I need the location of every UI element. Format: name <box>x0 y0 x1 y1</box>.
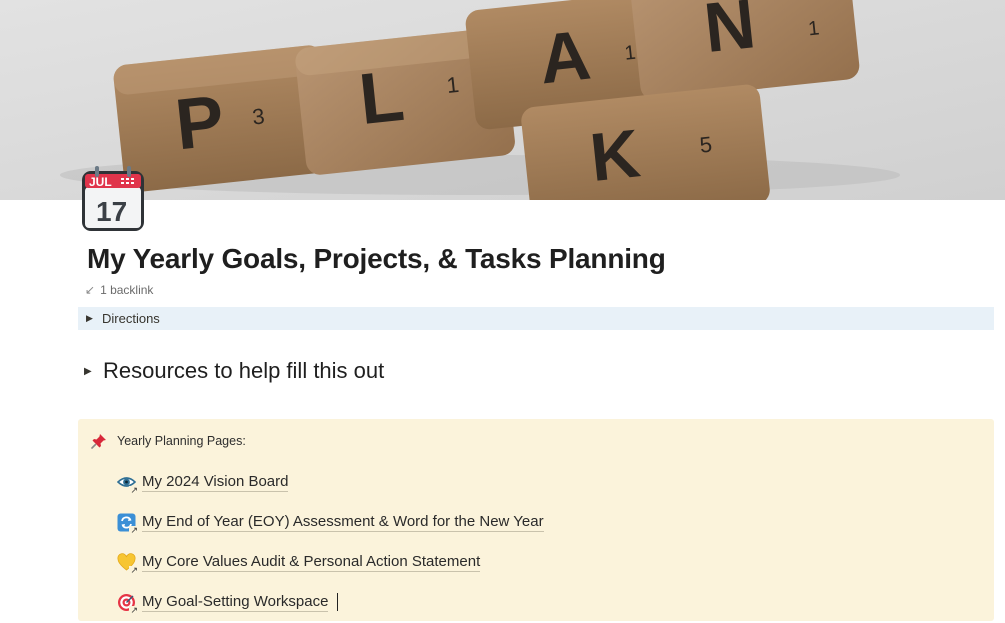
svg-text:1: 1 <box>445 72 460 98</box>
link-arrow-icon: ↗ <box>129 604 139 615</box>
svg-text:N: N <box>701 0 759 67</box>
link-arrow-icon: ↗ <box>129 524 139 535</box>
page-title[interactable]: My Yearly Goals, Projects, & Tasks Plann… <box>87 243 666 275</box>
backlink-arrow-icon: ↙ <box>85 283 96 297</box>
svg-text:P: P <box>172 81 228 166</box>
yearly-planning-callout: Yearly Planning Pages: ↗ My 2024 Vision … <box>78 419 994 621</box>
toggle-triangle-icon[interactable]: ▶ <box>86 313 102 324</box>
link-core-values[interactable]: ↗ My Core Values Audit & Personal Action… <box>117 542 544 582</box>
target-icon: ↗ <box>117 593 139 615</box>
svg-text:1: 1 <box>623 42 636 65</box>
link-label[interactable]: My 2024 Vision Board <box>142 473 289 492</box>
calendar-icon[interactable]: JUL 17 <box>80 165 146 233</box>
planning-links-list: ↗ My 2024 Vision Board ↗ My End of Year … <box>117 462 544 622</box>
svg-text:JUL: JUL <box>89 175 112 189</box>
link-arrow-icon: ↗ <box>129 484 139 495</box>
text-cursor <box>337 593 339 611</box>
link-label[interactable]: My End of Year (EOY) Assessment & Word f… <box>142 513 544 532</box>
backlink-label: 1 backlink <box>100 283 154 297</box>
resources-heading: Resources to help fill this out <box>103 358 385 383</box>
link-label[interactable]: My Core Values Audit & Personal Action S… <box>142 553 481 572</box>
directions-toggle[interactable]: ▶ Directions <box>78 307 994 330</box>
link-eoy-assessment[interactable]: ↗ My End of Year (EOY) Assessment & Word… <box>117 502 544 542</box>
svg-text:A: A <box>536 16 594 99</box>
svg-text:L: L <box>356 56 408 140</box>
directions-label: Directions <box>102 311 160 326</box>
resources-toggle-heading[interactable]: ▶ Resources to help fill this out <box>84 358 384 384</box>
svg-text:5: 5 <box>698 132 713 158</box>
toggle-triangle-icon[interactable]: ▶ <box>84 366 103 377</box>
callout-header: Yearly Planning Pages: <box>91 433 246 449</box>
yellow-heart-icon: ↗ <box>117 552 139 575</box>
backlink[interactable]: ↙ 1 backlink <box>85 283 153 297</box>
link-label[interactable]: My Goal-Setting Workspace <box>142 593 329 612</box>
link-arrow-icon: ↗ <box>129 564 139 575</box>
refresh-icon: ↗ <box>117 513 139 535</box>
pushpin-icon[interactable] <box>91 433 107 449</box>
link-vision-board[interactable]: ↗ My 2024 Vision Board <box>117 462 544 502</box>
svg-text:K: K <box>587 115 644 196</box>
svg-text:17: 17 <box>96 196 127 227</box>
callout-heading: Yearly Planning Pages: <box>117 434 246 448</box>
cover-image: P 3 L 1 A 1 N 1 K 5 <box>0 0 1005 200</box>
svg-text:3: 3 <box>251 103 266 129</box>
eye-icon: ↗ <box>117 473 139 495</box>
svg-text:1: 1 <box>807 17 820 40</box>
link-goal-setting[interactable]: ↗ My Goal-Setting Workspace <box>117 582 544 622</box>
